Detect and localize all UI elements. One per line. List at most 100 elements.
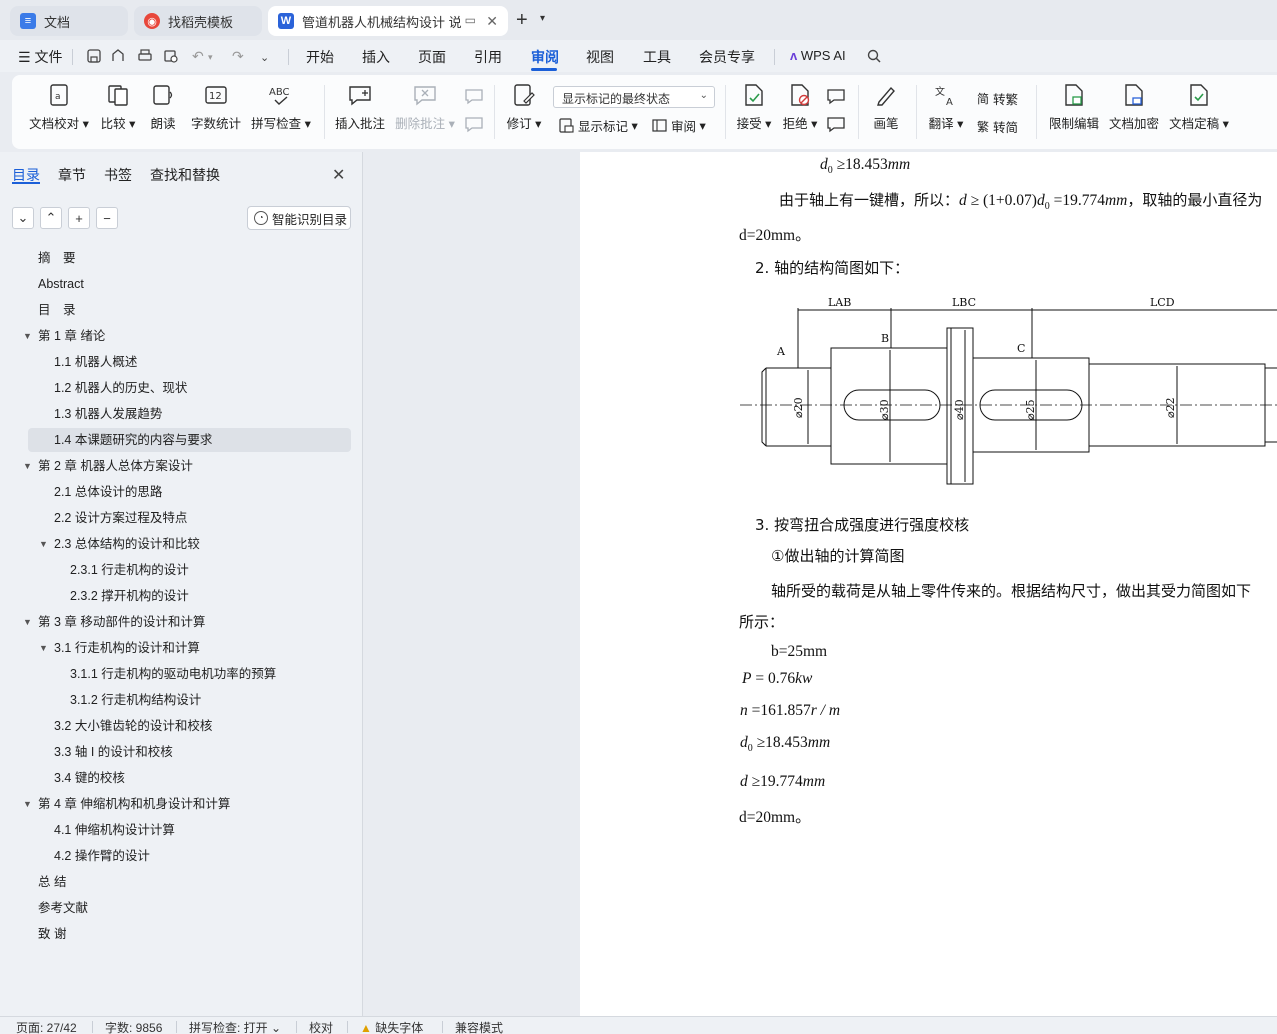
active-tab-indicator (531, 68, 557, 71)
markup-state-select[interactable]: 显示标记的最终状态 ⌄ (553, 86, 715, 108)
tab-document[interactable]: W 管道机器人机械结构设计 说明 ▭ ✕ (268, 6, 508, 36)
toc-item[interactable]: 2.3.1 行走机构的设计 (0, 558, 351, 582)
review-pane-button[interactable]: 审阅 ▾ (652, 116, 706, 135)
collapse-button[interactable]: ⌄ (12, 207, 34, 229)
delete-comment-button[interactable]: 删除批注 ▾ (395, 83, 455, 132)
toc-item[interactable]: 3.3 轴 I 的设计和校核 (0, 740, 351, 764)
add-heading-button[interactable]: + (68, 207, 90, 229)
expand-arrow-icon[interactable]: ▼ (23, 324, 32, 348)
toc-item[interactable]: 3.2 大小锥齿轮的设计和校核 (0, 714, 351, 738)
toc-item[interactable]: 3.1.1 行走机构的驱动电机功率的预算 (0, 662, 351, 686)
tab-docs[interactable]: ≡ 文档 (10, 6, 128, 36)
toc-item[interactable]: ▼ 第 1 章 绪论 (0, 324, 351, 348)
missing-font-indicator[interactable]: ▲ 缺失字体 (360, 1019, 423, 1034)
save-icon[interactable] (86, 48, 102, 64)
toc-item[interactable]: 致 谢 (0, 922, 351, 946)
print-preview-icon[interactable] (163, 48, 179, 64)
toc-item[interactable]: 总 结 (0, 870, 351, 894)
expand-arrow-icon[interactable]: ▼ (23, 610, 32, 634)
proof-indicator[interactable]: 校对 (309, 1019, 333, 1034)
toc-item[interactable]: ▼ 3.1 行走机构的设计和计算 (0, 636, 351, 660)
word-count-button[interactable]: 12 字数统计 (190, 83, 242, 132)
translate-button[interactable]: 文A 翻译 ▾ (926, 83, 966, 132)
menu-page[interactable]: 页面 (418, 47, 446, 67)
encrypt-button[interactable]: 文档加密 (1108, 83, 1160, 132)
expand-arrow-icon[interactable]: ▼ (23, 792, 32, 816)
toc-item[interactable]: 4.2 操作臂的设计 (0, 844, 351, 868)
toc-item[interactable]: 3.4 键的校核 (0, 766, 351, 790)
smart-toc-button[interactable]: ◔ 智能识别目录 (247, 206, 351, 230)
toc-item[interactable]: Abstract (0, 272, 351, 296)
toc-item[interactable]: ▼ 第 2 章 机器人总体方案设计 (0, 454, 351, 478)
menu-home[interactable]: 开始 (306, 47, 334, 67)
accept-button[interactable]: 接受 ▾ (734, 83, 774, 132)
toc-item-label: 3.3 轴 I 的设计和校核 (54, 745, 173, 759)
nav-tab-chapters[interactable]: 章节 (58, 165, 86, 185)
proofread-button[interactable]: a 文档校对 ▾ (28, 83, 90, 132)
reject-button[interactable]: 拒绝 ▾ (780, 83, 820, 132)
toc-item[interactable]: 1.2 机器人的历史、现状 (0, 376, 351, 400)
compare-button[interactable]: 比较 ▾ (98, 83, 138, 132)
toc-item[interactable]: 2.2 设计方案过程及特点 (0, 506, 351, 530)
nav-tab-find-replace[interactable]: 查找和替换 (150, 165, 220, 185)
screen-icon[interactable]: ▭ (465, 13, 476, 27)
spell-check-button[interactable]: ABC 拼写检查 ▾ (250, 83, 312, 132)
close-icon[interactable]: ✕ (486, 13, 498, 30)
export-icon[interactable] (110, 48, 126, 64)
chevron-down-icon[interactable]: ⌄ (260, 51, 276, 67)
to-traditional-button[interactable]: 简 转繁 (977, 89, 1018, 108)
toc-item[interactable]: ▼ 第 3 章 移动部件的设计和计算 (0, 610, 351, 634)
toc-item[interactable]: 1.4 本课题研究的内容与要求 (28, 428, 351, 452)
menu-member[interactable]: 会员专享 (699, 47, 755, 67)
next-change-icon[interactable] (826, 115, 846, 133)
nav-tab-bookmarks[interactable]: 书签 (104, 165, 132, 185)
chevron-down-icon[interactable]: ▾ (208, 52, 224, 68)
toc-item[interactable]: 目 录 (0, 298, 351, 322)
expand-arrow-icon[interactable]: ▼ (39, 532, 48, 556)
toc-item[interactable]: 1.1 机器人概述 (0, 350, 351, 374)
next-comment-icon[interactable] (464, 115, 484, 133)
toc-item[interactable]: 参考文献 (0, 896, 351, 920)
file-menu[interactable]: ☰ 文件 (18, 47, 62, 67)
page-indicator[interactable]: 页面: 27/42 (16, 1019, 77, 1034)
menu-tools[interactable]: 工具 (643, 47, 671, 67)
menu-review[interactable]: 审阅 (531, 47, 559, 67)
toc-item[interactable]: 1.3 机器人发展趋势 (0, 402, 351, 426)
word-count-indicator[interactable]: 字数: 9856 (105, 1019, 162, 1034)
tab-docer[interactable]: ◉ 找稻壳模板 (134, 6, 262, 36)
toc-item[interactable]: 3.1.2 行走机构结构设计 (0, 688, 351, 712)
insert-comment-button[interactable]: 插入批注 (334, 83, 386, 132)
show-markup-button[interactable]: 显示标记 ▾ (559, 116, 638, 135)
toc-item[interactable]: 2.3.2 撑开机构的设计 (0, 584, 351, 608)
toc-item[interactable]: ▼ 第 4 章 伸缩机构和机身设计和计算 (0, 792, 351, 816)
toc-item[interactable]: 2.1 总体设计的思路 (0, 480, 351, 504)
previous-change-icon[interactable] (826, 87, 846, 105)
print-icon[interactable] (137, 48, 153, 64)
track-changes-button[interactable]: 修订 ▾ (504, 83, 544, 132)
undo-icon[interactable]: ↶ (192, 48, 208, 64)
toc-item[interactable]: 摘 要 (0, 246, 351, 270)
redo-icon[interactable]: ↷ (232, 48, 248, 64)
finalize-button[interactable]: 文档定稿 ▾ (1168, 83, 1230, 132)
menu-view[interactable]: 视图 (586, 47, 614, 67)
wps-ai-button[interactable]: ᴧ WPS AI (790, 48, 846, 63)
toc-item[interactable]: 4.1 伸缩机构设计计算 (0, 818, 351, 842)
expand-arrow-icon[interactable]: ▼ (23, 454, 32, 478)
menu-references[interactable]: 引用 (474, 47, 502, 67)
toc-item[interactable]: ▼ 2.3 总体结构的设计和比较 (0, 532, 351, 556)
remove-heading-button[interactable]: − (96, 207, 118, 229)
read-aloud-button[interactable]: 朗读 (148, 83, 178, 132)
new-tab-button[interactable]: + (516, 9, 528, 32)
close-icon[interactable]: ✕ (332, 165, 345, 185)
menu-insert[interactable]: 插入 (362, 47, 390, 67)
restrict-edit-button[interactable]: 限制编辑 (1048, 83, 1100, 132)
ink-button[interactable]: 画笔 (870, 83, 902, 132)
search-icon[interactable] (866, 48, 882, 64)
previous-comment-icon[interactable] (464, 87, 484, 105)
expand-up-button[interactable]: ⌃ (40, 207, 62, 229)
spell-check-indicator[interactable]: 拼写检查: 打开 ⌄ (189, 1019, 281, 1034)
chevron-down-icon[interactable]: ▾ (540, 13, 545, 24)
pen-icon (877, 86, 895, 106)
expand-arrow-icon[interactable]: ▼ (39, 636, 48, 660)
to-simplified-button[interactable]: 繁 转简 (977, 117, 1018, 136)
